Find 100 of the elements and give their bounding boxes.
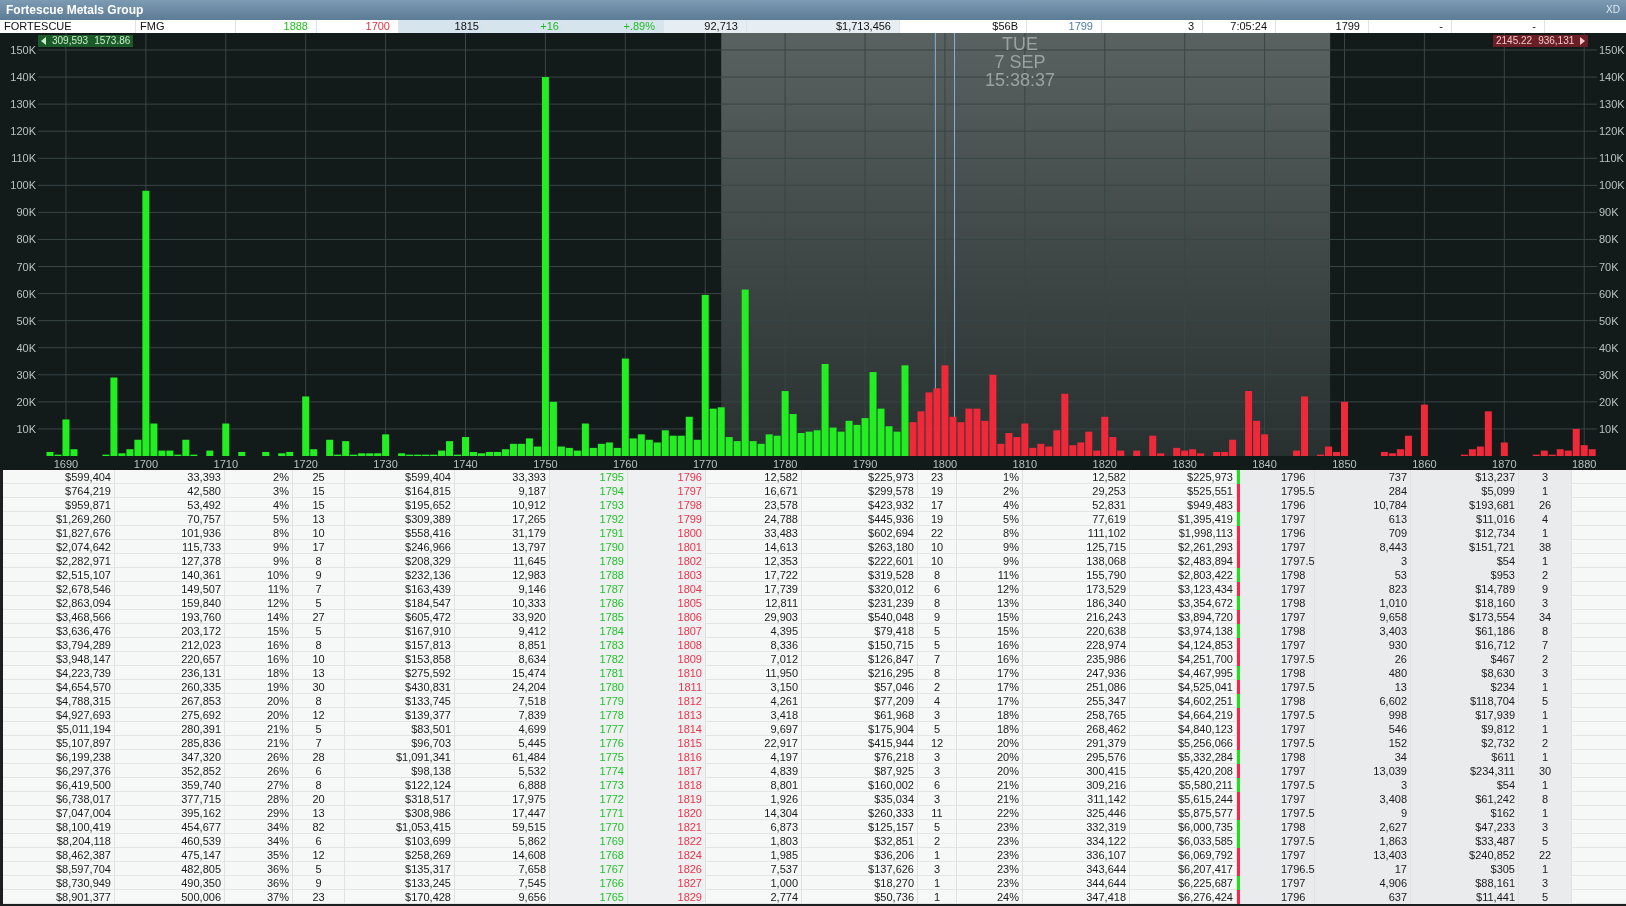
table-cell: 1778 (550, 708, 628, 722)
table-cell: 2% (225, 470, 293, 484)
table-cell: 3 (1315, 778, 1411, 792)
table-cell: 9 (293, 568, 345, 582)
table-cell: $415,944 (802, 736, 918, 750)
table-cell: 1797.5 (1240, 680, 1315, 694)
table-cell: 2,774 (706, 890, 802, 904)
table-cell: $959,871 (3, 498, 115, 512)
table-cell: $2,863,094 (3, 596, 115, 610)
table-cell: $605,472 (345, 610, 455, 624)
table-cell: 823 (1315, 582, 1411, 596)
table-cell: 8 (293, 554, 345, 568)
chart-bar (262, 451, 270, 456)
axis-label: 20K (16, 395, 36, 408)
axis-label: 40K (1599, 341, 1619, 354)
table-cell: $126,847 (802, 652, 918, 666)
table-cell: $234 (1411, 680, 1519, 694)
table-cell: $32,851 (802, 834, 918, 848)
table-cell: 149,507 (115, 582, 225, 596)
table-cell: 23% (957, 820, 1023, 834)
table-cell: 29,253 (1023, 484, 1130, 498)
axis-label: 1760 (613, 458, 638, 470)
table-cell: 17,722 (706, 568, 802, 582)
table-cell: $137,626 (802, 862, 918, 876)
table-cell: 247,936 (1023, 666, 1130, 680)
table-cell: 3,150 (706, 680, 802, 694)
table-cell: 1773 (550, 778, 628, 792)
table-cell: 1786 (550, 596, 628, 610)
table-cell: 8 (1519, 624, 1572, 638)
table-cell: 12 (918, 736, 957, 750)
table-cell: $83,501 (345, 722, 455, 736)
table-cell: 13 (293, 806, 345, 820)
table-cell: 1797.5 (1240, 806, 1315, 820)
table-cell: $133,245 (345, 876, 455, 890)
table-cell: 1797 (1240, 764, 1315, 778)
table-cell: 8 (293, 778, 345, 792)
table-cell: 311,142 (1023, 792, 1130, 806)
table-cell: 5 (293, 624, 345, 638)
table-cell: $33,487 (1411, 834, 1519, 848)
table-cell: 24% (957, 890, 1023, 904)
table-cell: 23 (293, 890, 345, 904)
table-cell: 77,619 (1023, 512, 1130, 526)
table-cell: 12,582 (1023, 470, 1130, 484)
table-cell: $540,048 (802, 610, 918, 624)
table-cell: 17 (1315, 862, 1411, 876)
table-cell: $467 (1411, 652, 1519, 666)
table-cell: $35,034 (802, 792, 918, 806)
table-cell: 10 (918, 540, 957, 554)
table-cell: 10 (918, 554, 957, 568)
table-cell: $216,295 (802, 666, 918, 680)
marker-value: 2145.22 (1496, 35, 1533, 47)
table-cell: 1783 (550, 638, 628, 652)
table-cell: 1806 (628, 610, 706, 624)
table-cell: $77,209 (802, 694, 918, 708)
table-cell: 1809 (628, 652, 706, 666)
quote-cell: 92,713 (664, 20, 747, 33)
table-cell: 1818 (628, 778, 706, 792)
table-cell: 3 (918, 792, 957, 806)
table-cell: 11 (918, 806, 957, 820)
table-cell: 16% (957, 652, 1023, 666)
table-cell: 3% (225, 484, 293, 498)
table-cell: 1798 (1240, 750, 1315, 764)
table-cell: $6,419,500 (3, 778, 115, 792)
table-cell: 1796 (1240, 526, 1315, 540)
table-cell: 12 (293, 708, 345, 722)
table-cell: 9 (293, 876, 345, 890)
axis-label: 1710 (213, 458, 239, 470)
axis-label: 80K (1599, 233, 1619, 246)
table-cell: 1813 (628, 708, 706, 722)
table-cell: 1770 (550, 820, 628, 834)
axis-label: 30K (1599, 368, 1619, 381)
table-cell: 1794 (550, 484, 628, 498)
table-cell: 8% (225, 526, 293, 540)
axis-label: 1740 (453, 458, 478, 470)
table-cell: 1789 (550, 554, 628, 568)
table-cell: 1769 (550, 834, 628, 848)
table-cell: $173,554 (1411, 610, 1519, 624)
table-cell: 42,580 (115, 484, 225, 498)
axis-label: 1850 (1332, 458, 1357, 470)
table-cell: 203,172 (115, 624, 225, 638)
table-cell: $6,297,376 (3, 764, 115, 778)
table-cell: 10 (293, 526, 345, 540)
table-cell: 1 (1519, 554, 1572, 568)
table-cell: 125,715 (1023, 540, 1130, 554)
table-cell: 16,671 (706, 484, 802, 498)
table-cell: $430,831 (345, 680, 455, 694)
table-cell: 2 (1519, 736, 1572, 750)
axis-label: 1830 (1172, 458, 1197, 470)
table-cell: $12,734 (1411, 526, 1519, 540)
table-cell: 9 (918, 610, 957, 624)
table-cell: 1797 (1240, 876, 1315, 890)
table-cell: 1792 (550, 512, 628, 526)
table-cell: 23% (957, 876, 1023, 890)
table-cell: 285,836 (115, 736, 225, 750)
table-cell: 1798 (1240, 666, 1315, 680)
table-cell: 19% (225, 680, 293, 694)
table-cell: 22 (918, 526, 957, 540)
table-cell: 1797.5 (1240, 778, 1315, 792)
table-cell: $139,377 (345, 708, 455, 722)
table-cell: 1 (1519, 862, 1572, 876)
